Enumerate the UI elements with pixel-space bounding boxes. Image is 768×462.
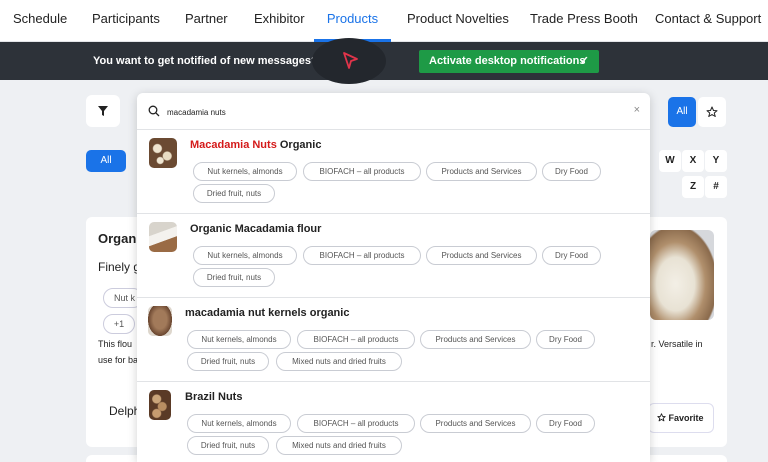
result-tag[interactable]: Nut kernels, almonds: [193, 246, 297, 265]
result-tag[interactable]: BIOFACH – all products: [303, 246, 421, 265]
nav-item-schedule[interactable]: Schedule: [13, 0, 67, 42]
result-tag[interactable]: Dried fruit, nuts: [193, 184, 275, 203]
product-card-description-line2: use for ba: [98, 355, 139, 365]
result-tag[interactable]: BIOFACH – all products: [297, 330, 415, 349]
all-button-top[interactable]: All: [668, 97, 696, 127]
result-title: Brazil Nuts: [185, 391, 243, 403]
result-tag[interactable]: Dry Food: [542, 246, 601, 265]
search-dropdown: × Macadamia Nuts Organic Nut kernels, al…: [137, 93, 650, 462]
star-icon: [657, 413, 666, 422]
nav-item-product-novelties[interactable]: Product Novelties: [407, 0, 509, 42]
result-tag[interactable]: Dried fruit, nuts: [187, 352, 269, 371]
notification-text: You want to get notified of new messages…: [93, 55, 318, 67]
filter-button[interactable]: [86, 95, 120, 127]
favorite-label: Favorite: [668, 413, 704, 423]
result-tag[interactable]: Products and Services: [420, 330, 531, 349]
result-thumbnail: [149, 138, 177, 168]
result-thumbnail: [149, 222, 177, 252]
activate-notifications-button[interactable]: Activate desktop notifications ✓: [419, 50, 599, 73]
nav-item-partner[interactable]: Partner: [185, 0, 228, 42]
result-tag[interactable]: BIOFACH – all products: [303, 162, 421, 181]
search-result-item[interactable]: Organic Macadamia flour Nut kernels, alm…: [137, 213, 650, 297]
result-title: Organic Macadamia flour: [190, 223, 322, 235]
search-icon: [148, 105, 160, 117]
result-tag[interactable]: Products and Services: [420, 414, 531, 433]
result-tag[interactable]: Dried fruit, nuts: [187, 436, 269, 455]
result-tag[interactable]: Mixed nuts and dried fruits: [276, 352, 402, 371]
favorite-button[interactable]: Favorite: [648, 403, 714, 433]
product-card-exhibitor[interactable]: Delph: [109, 404, 140, 418]
nav-item-exhibitor[interactable]: Exhibitor: [254, 0, 305, 42]
result-title-rest: Organic: [276, 139, 322, 151]
result-tag[interactable]: Dry Food: [536, 330, 595, 349]
favorites-filter-button[interactable]: [698, 97, 726, 127]
result-tag[interactable]: Nut kernels, almonds: [193, 162, 297, 181]
check-icon: ✓: [579, 55, 589, 67]
search-result-item[interactable]: Brazil Nuts Nut kernels, almonds BIOFACH…: [137, 381, 650, 462]
result-tag[interactable]: Nut kernels, almonds: [187, 330, 291, 349]
nav-item-contact-support[interactable]: Contact & Support: [655, 0, 761, 42]
nav-item-products[interactable]: Products: [314, 0, 391, 42]
search-result-item[interactable]: Macadamia Nuts Organic Nut kernels, almo…: [137, 129, 650, 213]
search-bar: ×: [137, 93, 650, 131]
product-card-title: Organi: [98, 231, 140, 246]
activate-notifications-label: Activate desktop notifications: [429, 55, 586, 67]
filter-icon: [98, 106, 108, 116]
product-card-more-tags[interactable]: +1: [103, 314, 135, 334]
result-tag[interactable]: Nut kernels, almonds: [187, 414, 291, 433]
letter-y[interactable]: Y: [705, 150, 727, 172]
search-input[interactable]: [167, 104, 607, 120]
result-tag[interactable]: Dry Food: [542, 162, 601, 181]
product-card-subtitle: Finely g: [98, 260, 141, 274]
nav-item-participants[interactable]: Participants: [92, 0, 160, 42]
letter-w[interactable]: W: [659, 150, 681, 172]
product-card-description: This flou: [98, 339, 133, 349]
clear-search-icon[interactable]: ×: [634, 104, 640, 116]
product-card-description-end: r. Versatile in: [651, 339, 703, 349]
all-letters-button[interactable]: All: [86, 150, 126, 172]
result-tag[interactable]: Mixed nuts and dried fruits: [276, 436, 402, 455]
product-card-image: [650, 230, 714, 320]
letter-z[interactable]: Z: [682, 176, 704, 198]
result-tag[interactable]: Products and Services: [426, 162, 537, 181]
nav-item-trade-press-booth[interactable]: Trade Press Booth: [530, 0, 638, 42]
search-result-item[interactable]: macadamia nut kernels organic Nut kernel…: [137, 297, 650, 381]
result-thumbnail: [148, 306, 172, 336]
result-title-highlight: Macadamia Nuts: [190, 139, 277, 151]
letter-x[interactable]: X: [682, 150, 704, 172]
result-tag[interactable]: Dry Food: [536, 414, 595, 433]
result-tag[interactable]: BIOFACH – all products: [297, 414, 415, 433]
letter-hash[interactable]: #: [705, 176, 727, 198]
pointer-icon: [343, 52, 358, 69]
star-icon: [706, 106, 718, 117]
top-navigation: Schedule Participants Partner Exhibitor …: [0, 0, 768, 42]
result-title: Macadamia Nuts Organic: [190, 139, 321, 151]
result-tag[interactable]: Products and Services: [426, 246, 537, 265]
result-thumbnail: [149, 390, 171, 420]
result-title: macadamia nut kernels organic: [185, 307, 350, 319]
result-tag[interactable]: Dried fruit, nuts: [193, 268, 275, 287]
